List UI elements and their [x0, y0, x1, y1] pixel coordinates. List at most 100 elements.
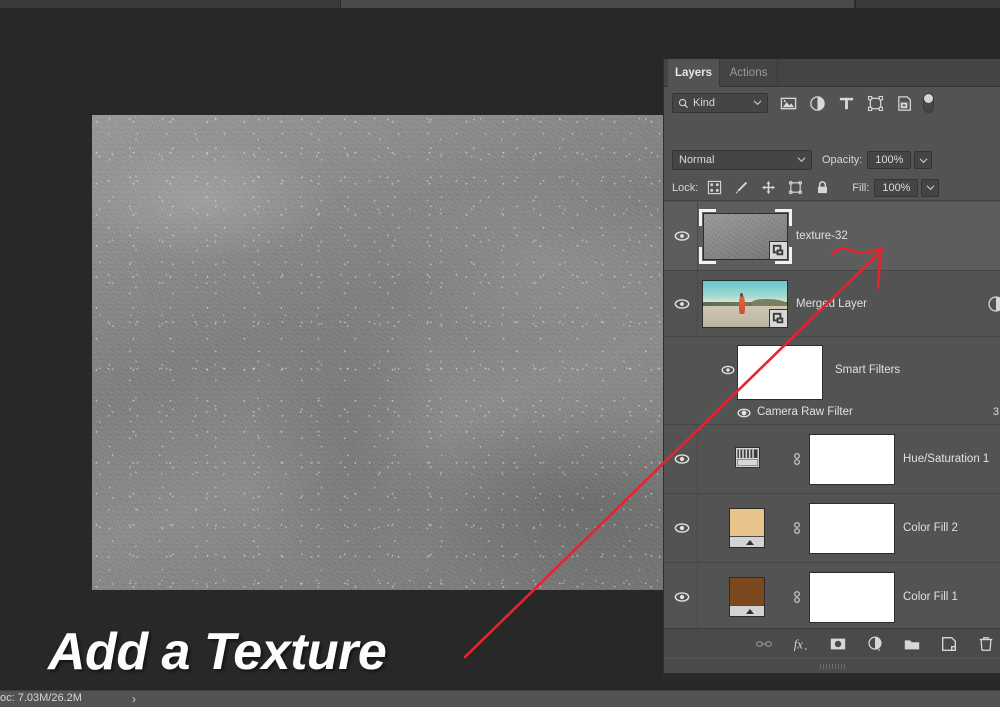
chevron-down-icon: [753, 100, 762, 106]
table-row[interactable]: texture-32: [664, 202, 1000, 271]
document-tab-strip: [0, 0, 1000, 9]
layer-visibility-icon[interactable]: [674, 296, 690, 312]
layer-name-label: Merged Layer: [796, 297, 867, 310]
layer-style-fx-icon[interactable]: fx: [792, 635, 810, 653]
new-adjustment-layer-icon[interactable]: [866, 635, 884, 653]
fill-stepper[interactable]: [921, 178, 940, 197]
lock-label: Lock:: [672, 181, 699, 194]
layer-mask-link-icon[interactable]: [791, 589, 803, 605]
layer-mask-link-icon[interactable]: [791, 451, 803, 467]
svg-text:fx: fx: [794, 637, 803, 651]
blend-mode-value: Normal: [679, 154, 715, 166]
opacity-stepper[interactable]: [914, 151, 933, 169]
smart-filter-mask-thumbnail[interactable]: [737, 345, 823, 400]
lock-position-icon[interactable]: [761, 180, 776, 195]
lock-all-icon[interactable]: [815, 180, 830, 195]
smart-filters-row[interactable]: Smart Filters: [664, 337, 1000, 402]
row-divider: [697, 425, 698, 493]
photoshop-window: Add a Texture Layers Actions Kind Normal…: [0, 0, 1000, 707]
smart-object-filter-icon[interactable]: [896, 95, 913, 112]
tab-layers-label: Layers: [674, 66, 713, 79]
solid-color-fill-thumbnail[interactable]: [729, 508, 765, 548]
smart-filter-indicator-icon[interactable]: [987, 295, 1000, 313]
active-document-tab[interactable]: [340, 0, 855, 8]
fill-label: Fill:: [852, 181, 870, 194]
new-layer-icon[interactable]: [940, 635, 958, 653]
table-row[interactable]: Color Fill 2: [664, 494, 1000, 563]
table-row[interactable]: Color Fill 1: [664, 563, 1000, 632]
blend-mode-select[interactable]: Normal: [672, 150, 812, 170]
status-expand-caret[interactable]: ›: [132, 692, 136, 706]
layer-visibility-icon[interactable]: [674, 451, 690, 467]
filter-kind-select[interactable]: Kind: [672, 93, 768, 113]
adjustment-layer-filter-icon[interactable]: [809, 95, 826, 112]
layers-panel-footer: fx: [664, 628, 1000, 658]
link-layers-icon[interactable]: [755, 635, 773, 653]
fill-input[interactable]: 100%: [874, 178, 919, 197]
lock-artboard-nesting-icon[interactable]: [788, 180, 803, 195]
row-divider: [697, 563, 698, 631]
pixel-layer-filter-icon[interactable]: [780, 95, 797, 112]
blend-mode-row: Normal Opacity: 100%: [664, 147, 1000, 173]
layer-name-label: Color Fill 2: [903, 522, 958, 534]
smart-filters-label: Smart Filters: [835, 364, 901, 376]
panel-bottom-edge: [664, 673, 1000, 679]
add-layer-mask-icon[interactable]: [829, 635, 847, 653]
layer-visibility-icon[interactable]: [674, 520, 690, 536]
table-row[interactable]: Hue/Saturation 1: [664, 425, 1000, 494]
fill-slider-marker: [745, 540, 754, 545]
layer-filter-row: Kind: [664, 88, 1000, 118]
overlay-title-text: Add a Texture: [48, 623, 387, 681]
filter-kind-label: Kind: [693, 97, 716, 109]
status-bar: oc: 7.03M/26.2M ›: [0, 690, 1000, 707]
smart-filter-blend-options[interactable]: 3: [993, 406, 999, 418]
tab-strip-right: [856, 0, 1000, 8]
canvas-texture-speckle: [92, 115, 664, 590]
hue-saturation-adjustment-icon[interactable]: [735, 447, 760, 468]
row-divider: [697, 202, 698, 270]
filter-enable-toggle[interactable]: [923, 93, 934, 113]
camera-raw-filter-label: Camera Raw Filter: [757, 406, 853, 418]
delete-layer-icon[interactable]: [977, 635, 995, 653]
row-divider: [697, 271, 698, 336]
layer-name-label: texture-32: [796, 230, 848, 242]
layer-name-label: Hue/Saturation 1: [903, 453, 990, 465]
document-size-status: oc: 7.03M/26.2M: [0, 692, 82, 704]
opacity-input[interactable]: 100%: [867, 151, 912, 169]
camera-raw-filter-visibility-icon[interactable]: [737, 406, 751, 420]
layer-visibility-icon[interactable]: [674, 228, 690, 244]
smart-object-badge-icon: [769, 241, 788, 260]
smart-object-glyph: [772, 244, 784, 256]
opacity-label: Opacity:: [822, 154, 863, 166]
type-layer-filter-icon[interactable]: [838, 95, 855, 112]
layer-name-label: Color Fill 1: [903, 591, 958, 603]
tab-layers[interactable]: Layers: [668, 59, 720, 87]
lock-transparent-pixels-icon[interactable]: [707, 180, 722, 195]
smart-filter-entry-row[interactable]: Camera Raw Filter 3: [664, 402, 1000, 425]
layer-mask-link-icon[interactable]: [791, 520, 803, 536]
layer-visibility-icon[interactable]: [674, 589, 690, 605]
tab-actions[interactable]: Actions: [720, 59, 778, 87]
smart-filters-visibility-icon[interactable]: [721, 363, 735, 377]
panel-tab-bar: Layers Actions: [664, 59, 1000, 87]
layer-type-filter-icons: [780, 95, 913, 112]
fill-color-swatch: [730, 578, 764, 606]
layers-panel: Layers Actions Kind Normal Opacity: 100%…: [663, 59, 1000, 679]
search-icon: [678, 98, 688, 108]
new-group-icon[interactable]: [903, 635, 921, 653]
layer-mask-thumbnail[interactable]: [809, 503, 895, 554]
layer-thumbnail-merged[interactable]: [702, 280, 788, 328]
tab-actions-label: Actions: [729, 67, 768, 79]
panel-resize-grip[interactable]: [664, 659, 1000, 673]
layer-mask-thumbnail[interactable]: [809, 434, 895, 485]
solid-color-fill-thumbnail[interactable]: [729, 577, 765, 617]
layer-mask-thumbnail[interactable]: [809, 572, 895, 623]
tab-strip-left: [0, 0, 340, 8]
layer-list[interactable]: texture-32 Merged Layer Smart Filters Ca…: [664, 202, 1000, 642]
lock-icons-group: [707, 180, 830, 195]
layer-thumbnail-texture[interactable]: [703, 213, 788, 260]
lock-row: Lock: Fill: 100%: [664, 175, 1000, 201]
lock-image-pixels-icon[interactable]: [734, 180, 749, 195]
table-row[interactable]: Merged Layer: [664, 271, 1000, 337]
shape-layer-filter-icon[interactable]: [867, 95, 884, 112]
